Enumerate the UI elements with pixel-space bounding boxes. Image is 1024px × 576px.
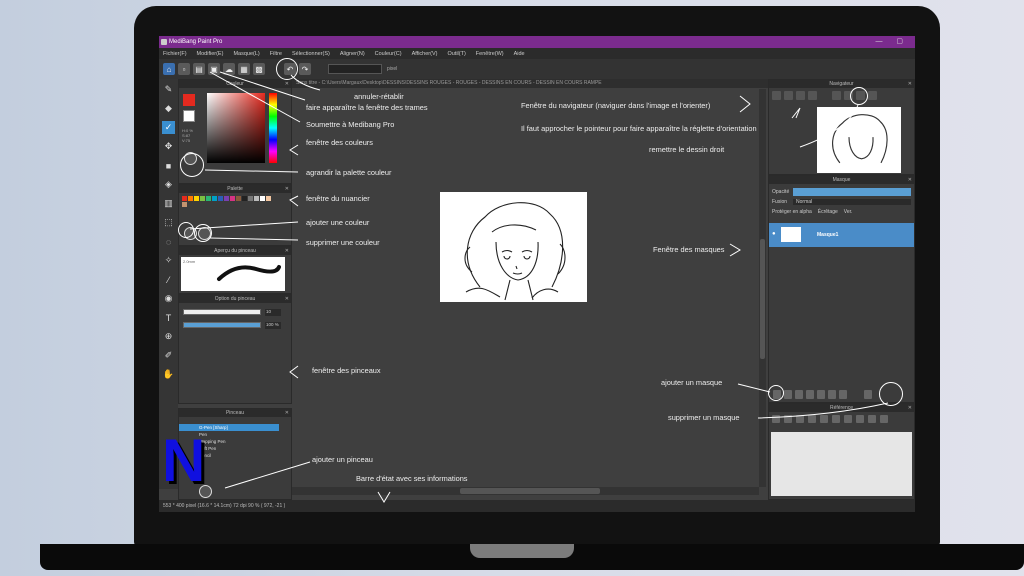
annotation-undo-redo: annuler-rétablir [354,92,404,101]
channel-logo: N [162,427,218,494]
annotation-add-brush: ajouter un pinceau [312,455,373,464]
add-mask-highlight [768,385,784,401]
annotation-status-bar: Barre d'état avec ses informations [356,474,468,483]
annotation-add-color: ajouter une couleur [306,218,370,227]
annotation-submit: Soumettre à Medibang Pro [306,120,395,129]
annotation-masks-window: Fenêtre des masques [653,245,725,254]
annotation-delete-mask: supprimer un masque [668,413,740,422]
annotation-delete-color: supprimer une couleur [306,238,380,247]
annotation-layers-window: faire apparaître la fenêtre des trames [306,103,428,112]
straighten-highlight [850,87,868,105]
undo-redo-highlight [276,58,298,80]
enlarge-palette-highlight [180,153,204,177]
annotation-palette-window: fenêtre du nuancier [306,194,370,203]
delete-color-highlight [194,224,212,242]
annotation-colors-window: fenêtre des couleurs [306,138,373,147]
annotation-rotate-slider: Il faut approcher le pointeur pour faire… [521,124,757,133]
logo-letter: N [162,427,206,494]
annotation-lines [189,71,889,503]
annotation-straighten: remettre le dessin droit [649,145,725,154]
annotation-navigator: Fenêtre du navigateur (naviguer dans l'i… [521,101,711,110]
annotation-enlarge-palette: agrandir la palette couleur [306,168,392,177]
annotation-add-mask: ajouter un masque [661,378,723,387]
add-color-highlight [178,222,194,238]
delete-mask-highlight [879,382,903,406]
annotation-brush-window: fenêtre des pinceaux [312,366,381,375]
